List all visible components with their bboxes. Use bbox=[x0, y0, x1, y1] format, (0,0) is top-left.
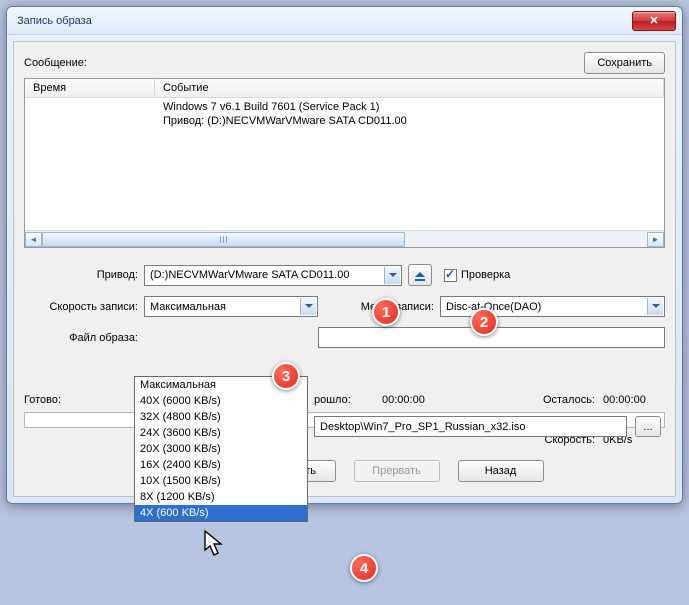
eject-button[interactable] bbox=[408, 264, 432, 286]
col-time-header[interactable]: Время bbox=[25, 79, 155, 97]
log-body: Windows 7 v6.1 Build 7601 (Service Pack … bbox=[25, 98, 664, 230]
verify-label[interactable]: Проверка bbox=[461, 269, 510, 281]
save-button[interactable]: Сохранить bbox=[584, 52, 665, 74]
chevron-down-icon bbox=[384, 267, 400, 284]
message-label: Сообщение: bbox=[24, 57, 584, 69]
chevron-down-icon bbox=[300, 298, 316, 315]
ready-label: Готово: bbox=[24, 394, 144, 406]
eject-icon bbox=[415, 267, 425, 277]
titlebar[interactable]: Запись образа ✕ bbox=[7, 7, 682, 35]
close-icon: ✕ bbox=[649, 14, 658, 27]
dialog-window: Запись образа ✕ Сообщение: Сохранить Вре… bbox=[6, 6, 683, 504]
speed-option[interactable]: 8X (1200 KB/s) bbox=[135, 489, 307, 505]
verify-checkbox[interactable] bbox=[444, 269, 457, 282]
annotation-marker-1: 1 bbox=[372, 298, 400, 326]
image-file-textbox[interactable]: Desktop\Win7_Pro_SP1_Russian_x32.iso bbox=[314, 416, 627, 437]
chevron-down-icon bbox=[647, 298, 663, 315]
back-button[interactable]: Назад bbox=[458, 460, 544, 482]
annotation-marker-2: 2 bbox=[470, 308, 498, 336]
annotation-marker-3: 3 bbox=[272, 362, 300, 390]
image-file-label: Файл образа: bbox=[24, 332, 144, 344]
speed-option[interactable]: 40X (6000 KB/s) bbox=[135, 393, 307, 409]
browse-button[interactable]: ... bbox=[635, 416, 661, 437]
log-listview[interactable]: Время Событие Windows 7 v6.1 Build 7601 … bbox=[24, 78, 665, 248]
scroll-track[interactable] bbox=[42, 232, 647, 247]
drive-label: Привод: bbox=[24, 269, 144, 281]
scroll-right-button[interactable]: ► bbox=[647, 232, 664, 247]
elapsed-label: рошло: bbox=[314, 394, 374, 406]
cursor-icon bbox=[204, 530, 226, 558]
client-area: Сообщение: Сохранить Время Событие Windo… bbox=[13, 41, 676, 497]
horizontal-scrollbar[interactable]: ◄ ► bbox=[25, 230, 664, 247]
annotation-marker-4: 4 bbox=[350, 554, 378, 582]
write-speed-dropdown[interactable]: Максимальная40X (6000 KB/s)32X (4800 KB/… bbox=[134, 376, 308, 522]
remaining-label: Осталось: bbox=[543, 394, 595, 406]
speed-option[interactable]: 20X (3000 KB/s) bbox=[135, 441, 307, 457]
write-speed-label: Скорость записи: bbox=[24, 301, 144, 313]
speed-option[interactable]: 32X (4800 KB/s) bbox=[135, 409, 307, 425]
abort-button[interactable]: Прервать bbox=[354, 460, 440, 482]
log-row[interactable]: Windows 7 v6.1 Build 7601 (Service Pack … bbox=[25, 100, 664, 114]
scroll-left-button[interactable]: ◄ bbox=[25, 232, 42, 247]
write-speed-select[interactable]: Максимальная bbox=[144, 296, 318, 317]
scroll-thumb[interactable] bbox=[42, 232, 405, 247]
speed-option[interactable]: 24X (3600 KB/s) bbox=[135, 425, 307, 441]
speed-option[interactable]: 16X (2400 KB/s) bbox=[135, 457, 307, 473]
remaining-value: 00:00:00 bbox=[595, 394, 665, 406]
col-event-header[interactable]: Событие bbox=[155, 79, 664, 97]
log-header: Время Событие bbox=[25, 79, 664, 98]
log-row[interactable]: Привод: (D:)NECVMWarVMware SATA CD011.00 bbox=[25, 114, 664, 128]
drive-select[interactable]: (D:)NECVMWarVMware SATA CD011.00 bbox=[144, 265, 402, 286]
elapsed-value: 00:00:00 bbox=[374, 394, 434, 406]
ellipsis-icon: ... bbox=[643, 421, 652, 433]
speed-option[interactable]: 10X (1500 KB/s) bbox=[135, 473, 307, 489]
close-button[interactable]: ✕ bbox=[632, 11, 676, 31]
window-title: Запись образа bbox=[17, 15, 632, 27]
speed-option[interactable]: 4X (600 KB/s) bbox=[135, 505, 307, 521]
